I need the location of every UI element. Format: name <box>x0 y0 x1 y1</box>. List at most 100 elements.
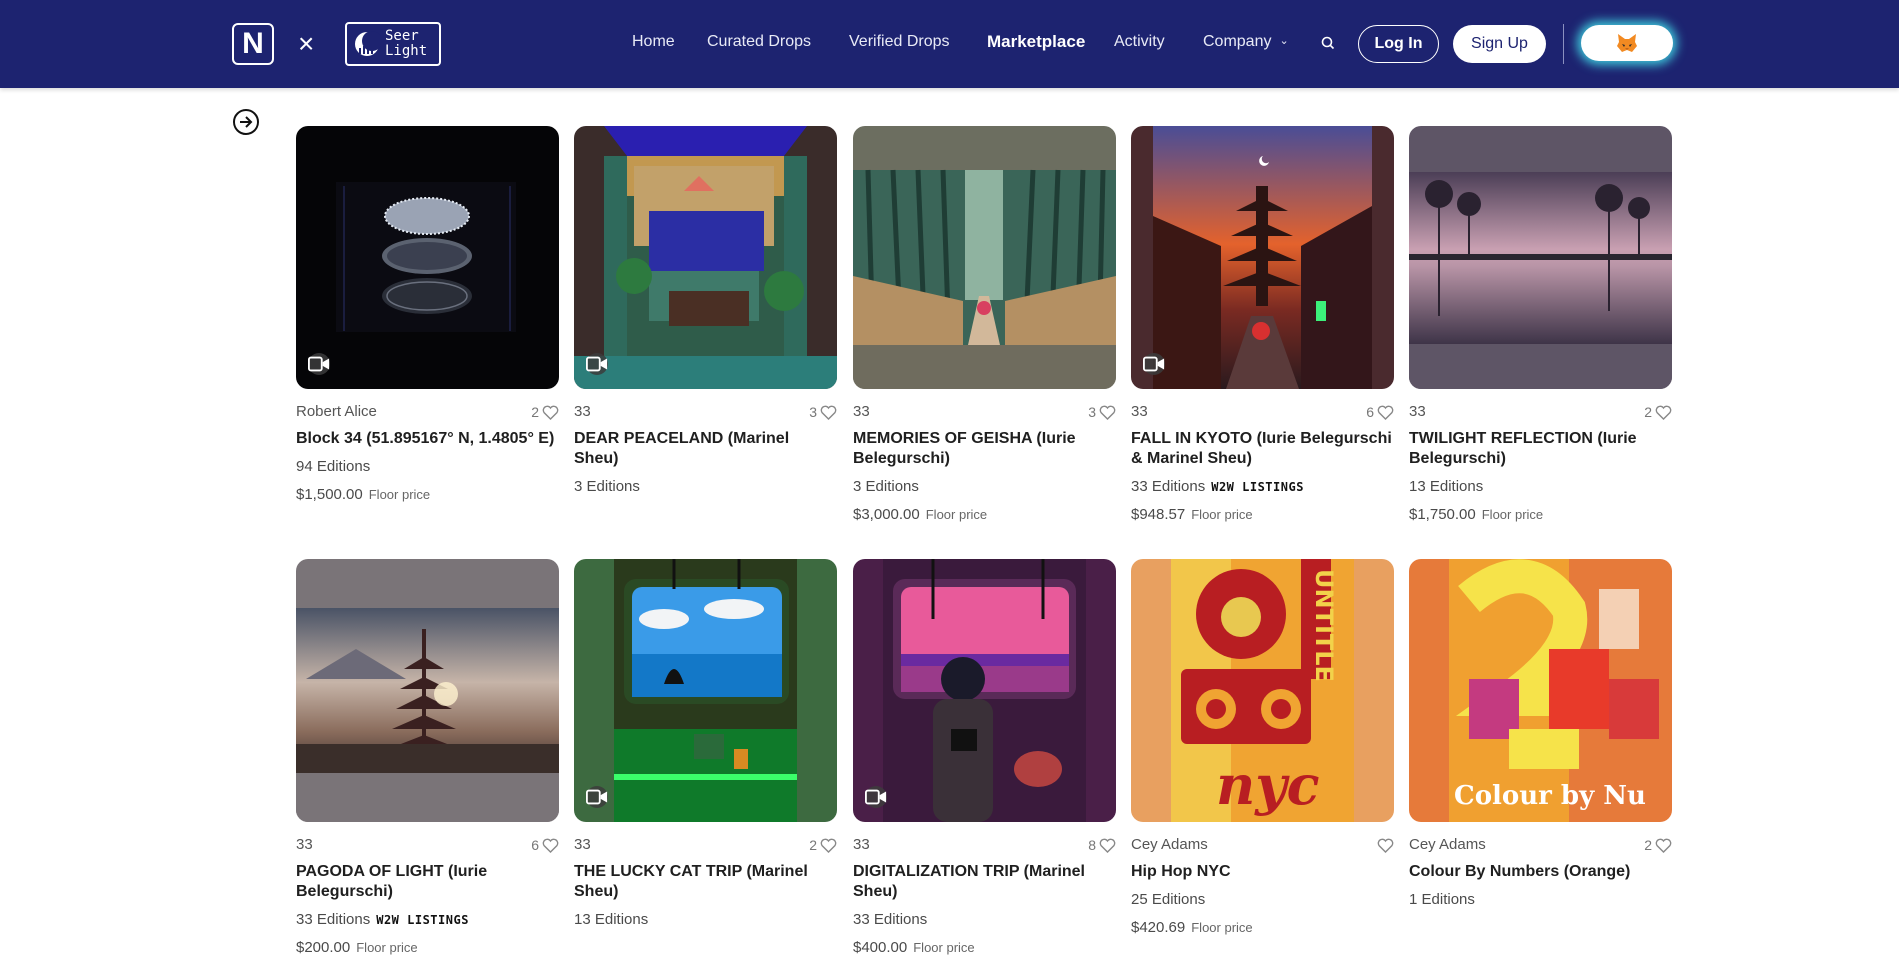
nft-card[interactable]: 33 8 DIGITALIZATION TRIP (Marinel Sheu) … <box>853 559 1116 958</box>
seerlight-line2: Light <box>385 43 428 59</box>
like-count[interactable]: 8 <box>1088 835 1116 855</box>
like-count[interactable] <box>1374 835 1394 855</box>
price-value: $400.00 <box>853 939 908 956</box>
seerlight-logo[interactable]: Seer Light <box>345 22 441 66</box>
creator-name[interactable]: 33 <box>1131 402 1394 422</box>
artwork-title[interactable]: Block 34 (51.895167° N, 1.4805° E) <box>296 429 559 449</box>
floor-label: Floor price <box>925 507 988 522</box>
artwork-nyc-text: nyc <box>1216 753 1320 817</box>
nft-card[interactable]: UNTITLE nyc Cey Adams Hip Hop NYC 25 Edi… <box>1131 559 1394 938</box>
nft-card[interactable]: Colour by Nu Cey Adams 2 Colour By Numbe… <box>1409 559 1672 910</box>
creator-name[interactable]: Cey Adams <box>1409 835 1672 855</box>
artwork-thumbnail[interactable] <box>853 126 1116 389</box>
likes-value: 2 <box>1644 837 1652 853</box>
artwork-colour-text: Colour by Nu <box>1454 781 1646 811</box>
artwork-thumbnail[interactable]: UNTITLE nyc <box>1131 559 1394 822</box>
nav-activity[interactable]: Activity <box>1114 33 1165 51</box>
collab-times: × <box>298 28 315 59</box>
nft-card[interactable]: 33 6 PAGODA OF LIGHT (Iurie Belegurschi)… <box>296 559 559 958</box>
price-value: $1,750.00 <box>1409 506 1476 523</box>
moon-icon <box>355 31 381 56</box>
artwork-thumbnail[interactable] <box>574 559 837 822</box>
heart-icon <box>1099 405 1116 420</box>
nft-card[interactable]: 33 6 FALL IN KYOTO (Iurie Belegurschi & … <box>1131 126 1394 525</box>
nav-company[interactable]: Company ⌄ <box>1203 33 1289 51</box>
artwork-thumbnail[interactable] <box>853 559 1116 822</box>
like-count[interactable]: 2 <box>1644 402 1672 422</box>
artwork-title[interactable]: DIGITALIZATION TRIP (Marinel Sheu) <box>853 862 1116 902</box>
floor-label: Floor price <box>913 940 975 955</box>
arrow-right-circle-icon[interactable] <box>232 108 260 136</box>
floor-price: $1,750.00 Floor price <box>1409 505 1672 525</box>
creator-name[interactable]: 33 <box>853 402 1116 422</box>
artwork-title[interactable]: Hip Hop NYC <box>1131 862 1394 882</box>
artwork-title[interactable]: MEMORIES OF GEISHA (Iurie Belegurschi) <box>853 429 1116 469</box>
artwork-thumbnail[interactable] <box>1409 126 1672 389</box>
nav-curated-drops[interactable]: Curated Drops <box>707 33 811 51</box>
search-icon[interactable] <box>1320 35 1336 51</box>
likes-value: 2 <box>809 837 817 853</box>
artwork-title[interactable]: PAGODA OF LIGHT (Iurie Belegurschi) <box>296 862 559 902</box>
video-icon <box>586 786 608 808</box>
artwork-title[interactable]: DEAR PEACELAND (Marinel Sheu) <box>574 429 837 469</box>
floor-price: $420.69 Floor price <box>1131 918 1394 938</box>
artwork-title[interactable]: TWILIGHT REFLECTION (Iurie Belegurschi) <box>1409 429 1672 469</box>
like-count[interactable]: 3 <box>809 402 837 422</box>
nav-verified-drops[interactable]: Verified Drops <box>849 33 950 51</box>
heart-icon <box>820 838 837 853</box>
heart-icon <box>542 838 559 853</box>
login-button[interactable]: Log In <box>1358 25 1439 63</box>
signup-button[interactable]: Sign Up <box>1453 25 1546 63</box>
floor-price: $3,000.00 Floor price <box>853 505 1116 525</box>
editions-value: 33 Editions <box>296 911 371 928</box>
artwork-title[interactable]: FALL IN KYOTO (Iurie Belegurschi & Marin… <box>1131 429 1394 469</box>
heart-icon <box>1377 838 1394 853</box>
nft-card[interactable]: 33 3 MEMORIES OF GEISHA (Iurie Belegursc… <box>853 126 1116 525</box>
like-count[interactable]: 6 <box>531 835 559 855</box>
creator-name[interactable]: Cey Adams <box>1131 835 1394 855</box>
video-icon <box>1143 353 1165 375</box>
artwork-thumbnail[interactable] <box>574 126 837 389</box>
nav-company-label: Company <box>1203 33 1272 50</box>
artwork-thumbnail[interactable]: Colour by Nu <box>1409 559 1672 822</box>
like-count[interactable]: 2 <box>1644 835 1672 855</box>
like-count[interactable]: 3 <box>1088 402 1116 422</box>
editions-count: 33 Editions <box>853 911 928 928</box>
w2w-listings-badge[interactable]: W2W LISTINGS <box>376 913 469 927</box>
video-icon <box>865 786 887 808</box>
creator-name[interactable]: 33 <box>1409 402 1672 422</box>
nav-marketplace[interactable]: Marketplace <box>987 32 1085 52</box>
like-count[interactable]: 2 <box>531 402 559 422</box>
nft-card[interactable]: 33 2 THE LUCKY CAT TRIP (Marinel Sheu) 1… <box>574 559 837 930</box>
artwork-thumbnail[interactable] <box>296 126 559 389</box>
artwork-title[interactable]: THE LUCKY CAT TRIP (Marinel Sheu) <box>574 862 837 902</box>
editions-count: 94 Editions <box>296 458 371 475</box>
floor-price: $200.00 Floor price <box>296 938 559 958</box>
nft-card[interactable]: 33 3 DEAR PEACELAND (Marinel Sheu) 3 Edi… <box>574 126 837 497</box>
video-icon <box>586 353 608 375</box>
wallet-button[interactable] <box>1581 25 1673 61</box>
creator-name[interactable]: 33 <box>574 402 837 422</box>
editions-count: 33 Editions W2W LISTINGS <box>296 910 559 930</box>
artwork-thumbnail[interactable] <box>296 559 559 822</box>
artwork-thumbnail[interactable] <box>1131 126 1394 389</box>
floor-price: $1,500.00 Floor price <box>296 485 559 505</box>
likes-value: 2 <box>531 404 539 420</box>
floor-label: Floor price <box>1191 507 1253 522</box>
fox-icon <box>1617 34 1637 52</box>
nft-card[interactable]: 33 2 TWILIGHT REFLECTION (Iurie Belegurs… <box>1409 126 1672 525</box>
like-count[interactable]: 6 <box>1366 402 1394 422</box>
creator-name[interactable]: 33 <box>853 835 1116 855</box>
logo-n[interactable]: N <box>232 23 274 65</box>
creator-name[interactable]: 33 <box>296 835 559 855</box>
price-value: $1,500.00 <box>296 486 363 503</box>
artwork-title[interactable]: Colour By Numbers (Orange) <box>1409 862 1672 882</box>
like-count[interactable]: 2 <box>809 835 837 855</box>
creator-name[interactable]: Robert Alice <box>296 402 559 422</box>
chevron-down-icon: ⌄ <box>1279 35 1289 47</box>
nft-card[interactable]: Robert Alice 2 Block 34 (51.895167° N, 1… <box>296 126 559 505</box>
nav-home[interactable]: Home <box>632 33 675 51</box>
heart-icon <box>1099 838 1116 853</box>
creator-name[interactable]: 33 <box>574 835 837 855</box>
w2w-listings-badge[interactable]: W2W LISTINGS <box>1211 480 1304 494</box>
